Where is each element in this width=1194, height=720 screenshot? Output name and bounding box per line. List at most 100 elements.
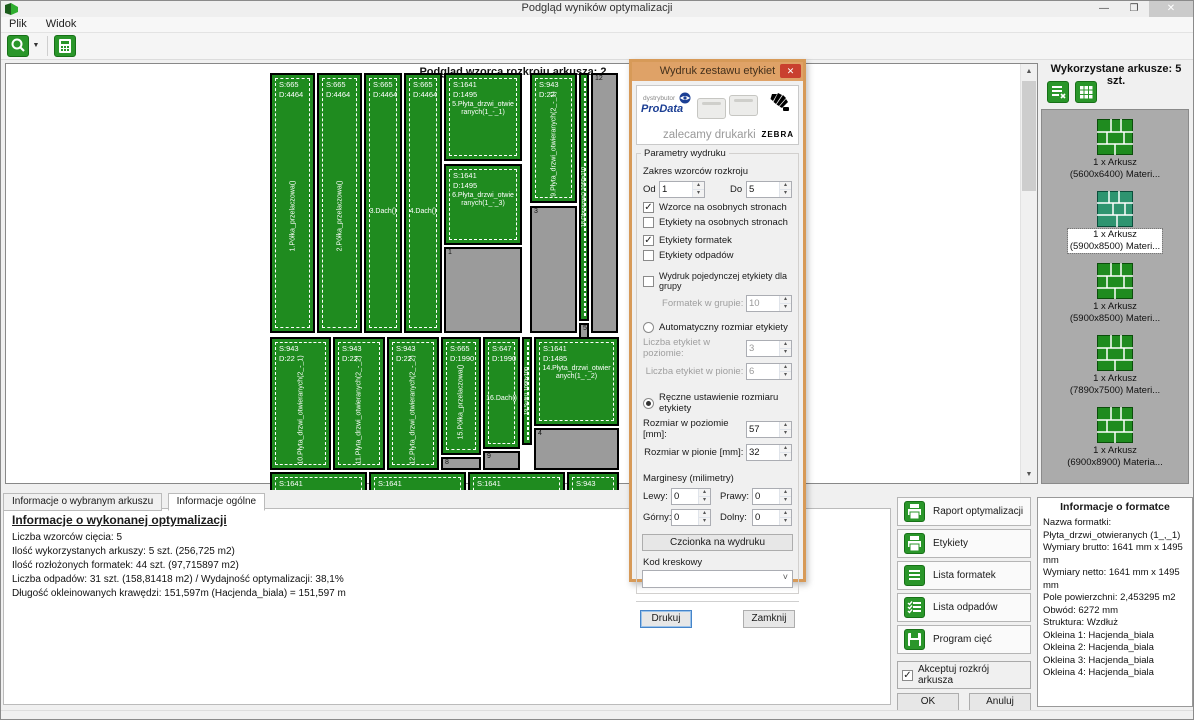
- spinner-arrows-icon[interactable]: [698, 489, 710, 504]
- part-info-line: Nazwa formatki: Płyta_drzwi_otwieranych …: [1043, 517, 1187, 542]
- diagram-piece[interactable]: S:1641 D:1485: [468, 472, 565, 490]
- diagram-piece[interactable]: S:943 D:2212.Płyta_drzwi_otwieranych(2_-…: [387, 337, 439, 470]
- accept-layout-label: Akceptuj rozkrój arkusza: [918, 664, 1026, 686]
- spinner-arrows-icon[interactable]: [779, 422, 791, 437]
- spinner-arrows-icon: [779, 341, 791, 356]
- diagram-piece[interactable]: S:665 D:44642.Półka_przelaczowa(): [317, 73, 362, 333]
- part-labels-checkbox[interactable]: ✓: [643, 235, 654, 246]
- spinner-arrows-icon[interactable]: [779, 510, 791, 525]
- spinner-arrows-icon[interactable]: [692, 182, 704, 197]
- auto-size-radio[interactable]: [643, 322, 654, 333]
- dialog-close-button[interactable]: ✕: [780, 64, 801, 78]
- parts-list-button[interactable]: Lista formatek: [897, 561, 1031, 590]
- dialog-close-button-bottom[interactable]: Zamknij: [743, 610, 795, 628]
- diagram-piece[interactable]: S:1641 D:1485: [369, 472, 466, 490]
- group-count-input[interactable]: [747, 296, 779, 311]
- spinner-arrows-icon[interactable]: [779, 445, 791, 460]
- manual-size-radio[interactable]: [643, 398, 654, 409]
- part-info-line: Pole powierzchni: 2,453295 m2: [1043, 592, 1187, 605]
- diagram-piece[interactable]: S:647 D:199016.Dach(): [483, 337, 520, 449]
- scroll-up-arrow-icon[interactable]: ▲: [1021, 64, 1037, 80]
- margin-left-label: Lewy:: [643, 491, 671, 502]
- from-input[interactable]: [660, 182, 692, 197]
- prodata-globe-icon: [679, 92, 691, 104]
- group-count-spinner: [746, 295, 792, 312]
- sheet-grid-view-button[interactable]: [1075, 81, 1097, 103]
- to-input[interactable]: [747, 182, 779, 197]
- zoom-dropdown-arrow[interactable]: ▼: [30, 35, 42, 57]
- spinner-arrows-icon[interactable]: [779, 489, 791, 504]
- calculate-button[interactable]: [54, 35, 76, 57]
- zoom-tool-button[interactable]: [7, 35, 29, 57]
- ok-button[interactable]: OK: [897, 693, 959, 711]
- diagram-piece[interactable]: S:943 D:229.Płyta_drzwi_otwieranych(2_-_…: [530, 73, 577, 203]
- margin-left-spinner: [671, 488, 711, 505]
- diagram-piece[interactable]: S:665 D:44643.Dach(): [364, 73, 402, 333]
- single-label-per-group-checkbox[interactable]: [643, 276, 654, 287]
- accept-layout-checkbox[interactable]: ✓: [902, 670, 913, 681]
- margin-bottom-input[interactable]: [753, 510, 779, 525]
- part-info-line: Struktura: Wzdłuż: [1043, 617, 1187, 630]
- report-button[interactable]: Raport optymalizacji: [897, 497, 1031, 526]
- scrollbar-thumb[interactable]: [1022, 81, 1036, 191]
- close-button[interactable]: ✕: [1149, 1, 1193, 17]
- cancel-button[interactable]: Anuluj: [969, 693, 1031, 711]
- diagram-piece[interactable]: S:1641 D:14955.Płyta_drzwi_otwieranych(1…: [444, 73, 522, 161]
- labels-vertical-input[interactable]: [747, 364, 779, 379]
- diagram-piece[interactable]: 18.Obrzezne() 1060x110: [579, 73, 589, 321]
- part-info-line: Okleina 1: Hacjenda_biala: [1043, 630, 1187, 643]
- diagram-piece[interactable]: S:943 D:2211.Płyta_drzwi_otwieranych(2_-…: [333, 337, 385, 470]
- diagram-piece[interactable]: S:665 D:44641.Półka_przelaczowa(): [270, 73, 315, 333]
- diagram-piece[interactable]: S:665 D:199015.Półka_przelaczowa(): [441, 337, 481, 455]
- patterns-separate-pages-checkbox[interactable]: ✓: [643, 202, 654, 213]
- sheet-item[interactable]: 1 x Arkusz(7890x7500) Materi...: [1042, 326, 1188, 398]
- printer-image: [729, 95, 758, 116]
- margin-left-input[interactable]: [672, 489, 698, 504]
- sheet-item[interactable]: 1 x Arkusz(5900x8500) Materi...: [1042, 254, 1188, 326]
- labels-button[interactable]: Etykiety: [897, 529, 1031, 558]
- sheet-item-selected[interactable]: 1 x Arkusz(5900x8500) Materi...: [1042, 182, 1188, 254]
- manual-size-label: Ręczne ustawienie rozmiaru etykiety: [659, 392, 792, 414]
- maximize-button[interactable]: ❐: [1119, 1, 1149, 17]
- cutting-program-button[interactable]: Program cięć: [897, 625, 1031, 654]
- labels-vertical-spinner: [746, 363, 792, 380]
- margin-top-input[interactable]: [672, 510, 698, 525]
- menu-widok[interactable]: Widok: [38, 17, 85, 31]
- spinner-arrows-icon[interactable]: [779, 182, 791, 197]
- scroll-down-arrow-icon[interactable]: ▼: [1021, 467, 1037, 483]
- piece-name: 4.Dach(): [406, 208, 440, 215]
- dialog-title: Wydruk zestawu etykiet: [660, 65, 775, 77]
- label-width-input[interactable]: [747, 422, 779, 437]
- labels-separate-pages-checkbox[interactable]: [643, 217, 654, 228]
- tab-selected-sheet-info[interactable]: Informacje o wybranym arkuszu: [3, 493, 162, 511]
- sheet-item[interactable]: 1 x Arkusz(5600x6400) Materi...: [1042, 110, 1188, 182]
- margin-right-input[interactable]: [753, 489, 779, 504]
- diagram-piece[interactable]: S:1641 D:148514.Płyta_drzwi_otwieranych(…: [534, 337, 619, 426]
- tab-general-info[interactable]: Informacje ogólne: [168, 493, 266, 511]
- minimize-button[interactable]: —: [1089, 1, 1119, 17]
- waste-list-button[interactable]: Lista odpadów: [897, 593, 1031, 622]
- print-button[interactable]: Drukuj: [640, 610, 692, 628]
- diagram-piece[interactable]: S:943 D:22: [567, 472, 619, 490]
- sheet-list-report-button[interactable]: [1047, 81, 1069, 103]
- vertical-scrollbar[interactable]: ▲ ▼: [1020, 64, 1037, 483]
- diagram-piece[interactable]: S:1641 D:1485: [270, 472, 367, 490]
- distributor-label: dystrybutor: [643, 95, 675, 102]
- piece-name: 15.Półka_przelaczowa(): [458, 364, 465, 439]
- to-spinner: [746, 181, 792, 198]
- menu-plik[interactable]: Plik: [1, 17, 35, 31]
- labels-horizontal-input[interactable]: [747, 341, 779, 356]
- spinner-arrows-icon[interactable]: [698, 510, 710, 525]
- diagram-piece[interactable]: S:1641 D:14956.Płyta_drzwi_otwieranych(1…: [444, 164, 522, 245]
- sheet-item[interactable]: 1 x Arkusz(6900x8900) Materia...: [1042, 398, 1188, 470]
- waste-labels-checkbox[interactable]: [643, 250, 654, 261]
- piece-name: 1.Półka_przelaczowa(): [289, 180, 296, 251]
- barcode-combobox[interactable]: [642, 570, 793, 588]
- margin-right-label: Prawy:: [720, 491, 752, 502]
- print-font-button[interactable]: Czcionka na wydruku: [642, 534, 793, 551]
- diagram-piece[interactable]: S:943 D:2210.Płyta_drzwi_otwieranych(2_-…: [270, 337, 331, 470]
- label-height-input[interactable]: [747, 445, 779, 460]
- dialog-title-bar[interactable]: Wydruk zestawu etykiet ✕: [632, 62, 803, 81]
- diagram-piece[interactable]: S:665 D:44644.Dach(): [404, 73, 442, 333]
- diagram-piece[interactable]: 19.Sufit() 1090x100: [522, 337, 532, 445]
